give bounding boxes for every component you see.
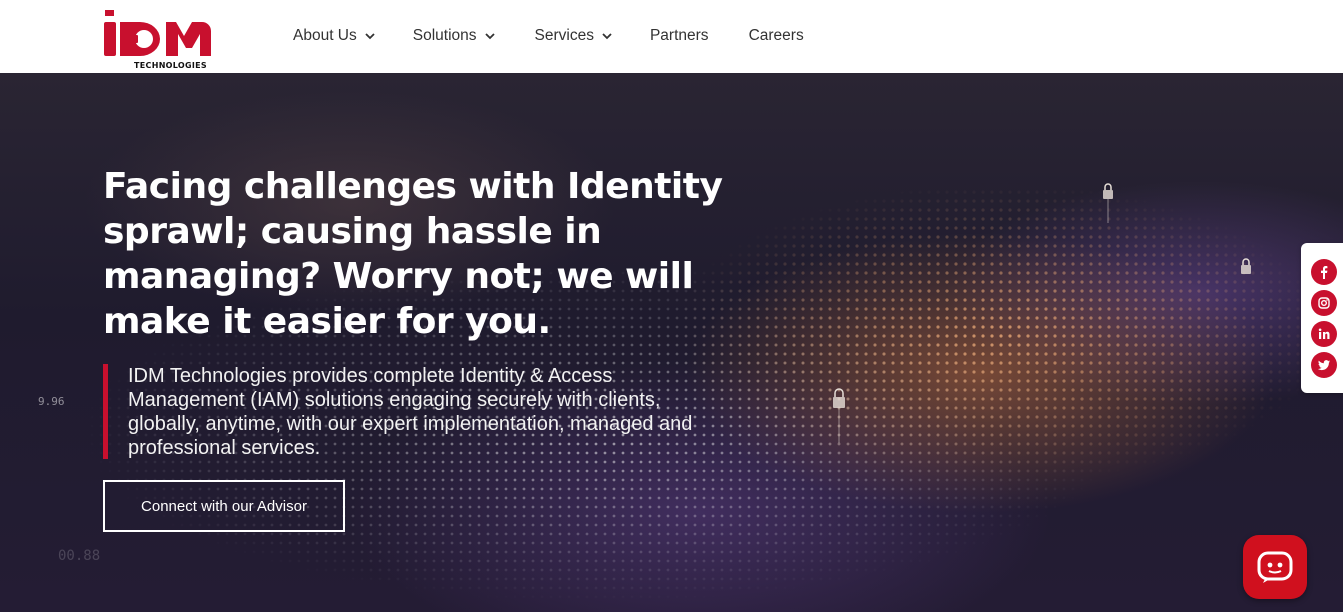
facebook-button[interactable]: [1311, 259, 1337, 285]
nav-solutions-label: Solutions: [412, 27, 477, 44]
hero-headline: Facing challenges with Identity sprawl; …: [103, 166, 723, 342]
hero-description-block: IDM Technologies provides complete Ident…: [103, 364, 723, 459]
hero-section: 9.96 00.88 Facing challenges with Identi…: [0, 73, 1343, 612]
twitter-icon: [1318, 360, 1330, 371]
nav-partners[interactable]: Partners: [650, 24, 709, 48]
bg-data-label: 00.88: [58, 548, 100, 564]
site-header: TECHNOLOGIES About Us Solutions Services…: [0, 0, 1343, 73]
linkedin-icon: [1318, 328, 1330, 339]
connect-advisor-button[interactable]: Connect with our Advisor: [103, 480, 345, 532]
social-sidebar: [1301, 243, 1343, 393]
bg-data-label: 9.96: [38, 395, 65, 408]
nav-solutions[interactable]: Solutions: [413, 24, 495, 48]
linkedin-button[interactable]: [1311, 321, 1337, 347]
twitter-button[interactable]: [1311, 352, 1337, 378]
nav-services[interactable]: Services: [535, 24, 612, 48]
nav-careers[interactable]: Careers: [749, 24, 804, 48]
idm-logo[interactable]: TECHNOLOGIES: [100, 2, 226, 70]
accent-bar: [103, 364, 108, 459]
chevron-down-icon: [484, 33, 495, 40]
chevron-down-icon: [602, 33, 612, 40]
hero-description: IDM Technologies provides complete Ident…: [128, 365, 693, 459]
chat-widget-button[interactable]: [1243, 535, 1307, 599]
instagram-button[interactable]: [1311, 290, 1337, 316]
chevron-down-icon: [365, 33, 375, 40]
logo-subtext: TECHNOLOGIES: [134, 61, 207, 70]
main-nav: About Us Solutions Services Partners Car…: [293, 24, 804, 48]
nav-about-us-label: About Us: [293, 27, 357, 44]
facebook-icon: [1321, 266, 1328, 279]
instagram-icon: [1318, 297, 1330, 309]
nav-about-us[interactable]: About Us: [293, 24, 375, 48]
nav-careers-label: Careers: [748, 27, 804, 44]
nav-services-label: Services: [534, 27, 594, 44]
chat-bot-icon: [1257, 551, 1293, 583]
nav-partners-label: Partners: [649, 27, 709, 44]
